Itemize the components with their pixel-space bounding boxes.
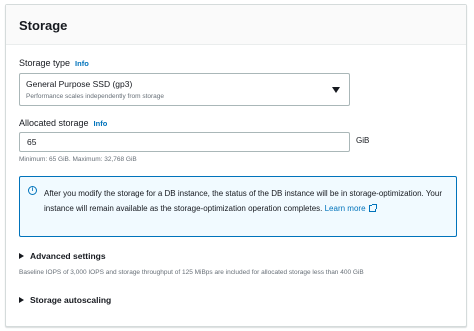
allocated-storage-constraint: Minimum: 65 GiB. Maximum: 32,768 GiB (19, 156, 137, 163)
allocated-storage-label-text: Allocated storage (19, 118, 89, 128)
storage-unit: GiB (356, 136, 370, 145)
info-icon: i (28, 186, 37, 195)
allocated-storage-label: Allocated storage Info (19, 118, 107, 128)
caret-right-icon (19, 253, 24, 259)
panel-title: Storage (19, 18, 68, 33)
storage-type-selected-value: General Purpose SSD (gp3) (26, 79, 133, 89)
storage-type-label-text: Storage type (19, 58, 71, 68)
advanced-settings-description: Baseline IOPS of 3,000 IOPS and storage … (19, 269, 364, 276)
alert-message: After you modify the storage for a DB in… (44, 186, 452, 216)
advanced-settings-expander[interactable]: Advanced settings (19, 251, 106, 261)
storage-autoscaling-label: Storage autoscaling (30, 295, 112, 305)
info-alert: i After you modify the storage for a DB … (19, 176, 457, 237)
storage-type-info-link[interactable]: Info (75, 59, 89, 68)
learn-more-link[interactable]: Learn more (324, 204, 377, 213)
caret-down-icon (332, 87, 340, 93)
learn-more-label: Learn more (324, 204, 366, 213)
external-link-icon (368, 204, 377, 212)
allocated-storage-input[interactable]: 65 (19, 132, 350, 152)
allocated-storage-info-link[interactable]: Info (94, 119, 108, 128)
panel-header: Storage (6, 5, 466, 45)
advanced-settings-label: Advanced settings (30, 251, 106, 261)
storage-type-label: Storage type Info (19, 58, 89, 68)
allocated-storage-value: 65 (27, 137, 37, 147)
alert-text: After you modify the storage for a DB in… (44, 189, 442, 213)
storage-type-description: Performance scales independently from st… (26, 93, 165, 100)
storage-autoscaling-expander[interactable]: Storage autoscaling (19, 295, 111, 305)
storage-type-select[interactable]: General Purpose SSD (gp3) Performance sc… (19, 73, 350, 106)
storage-panel: Storage Storage type Info General Purpose… (5, 4, 467, 327)
caret-right-icon (19, 297, 24, 303)
